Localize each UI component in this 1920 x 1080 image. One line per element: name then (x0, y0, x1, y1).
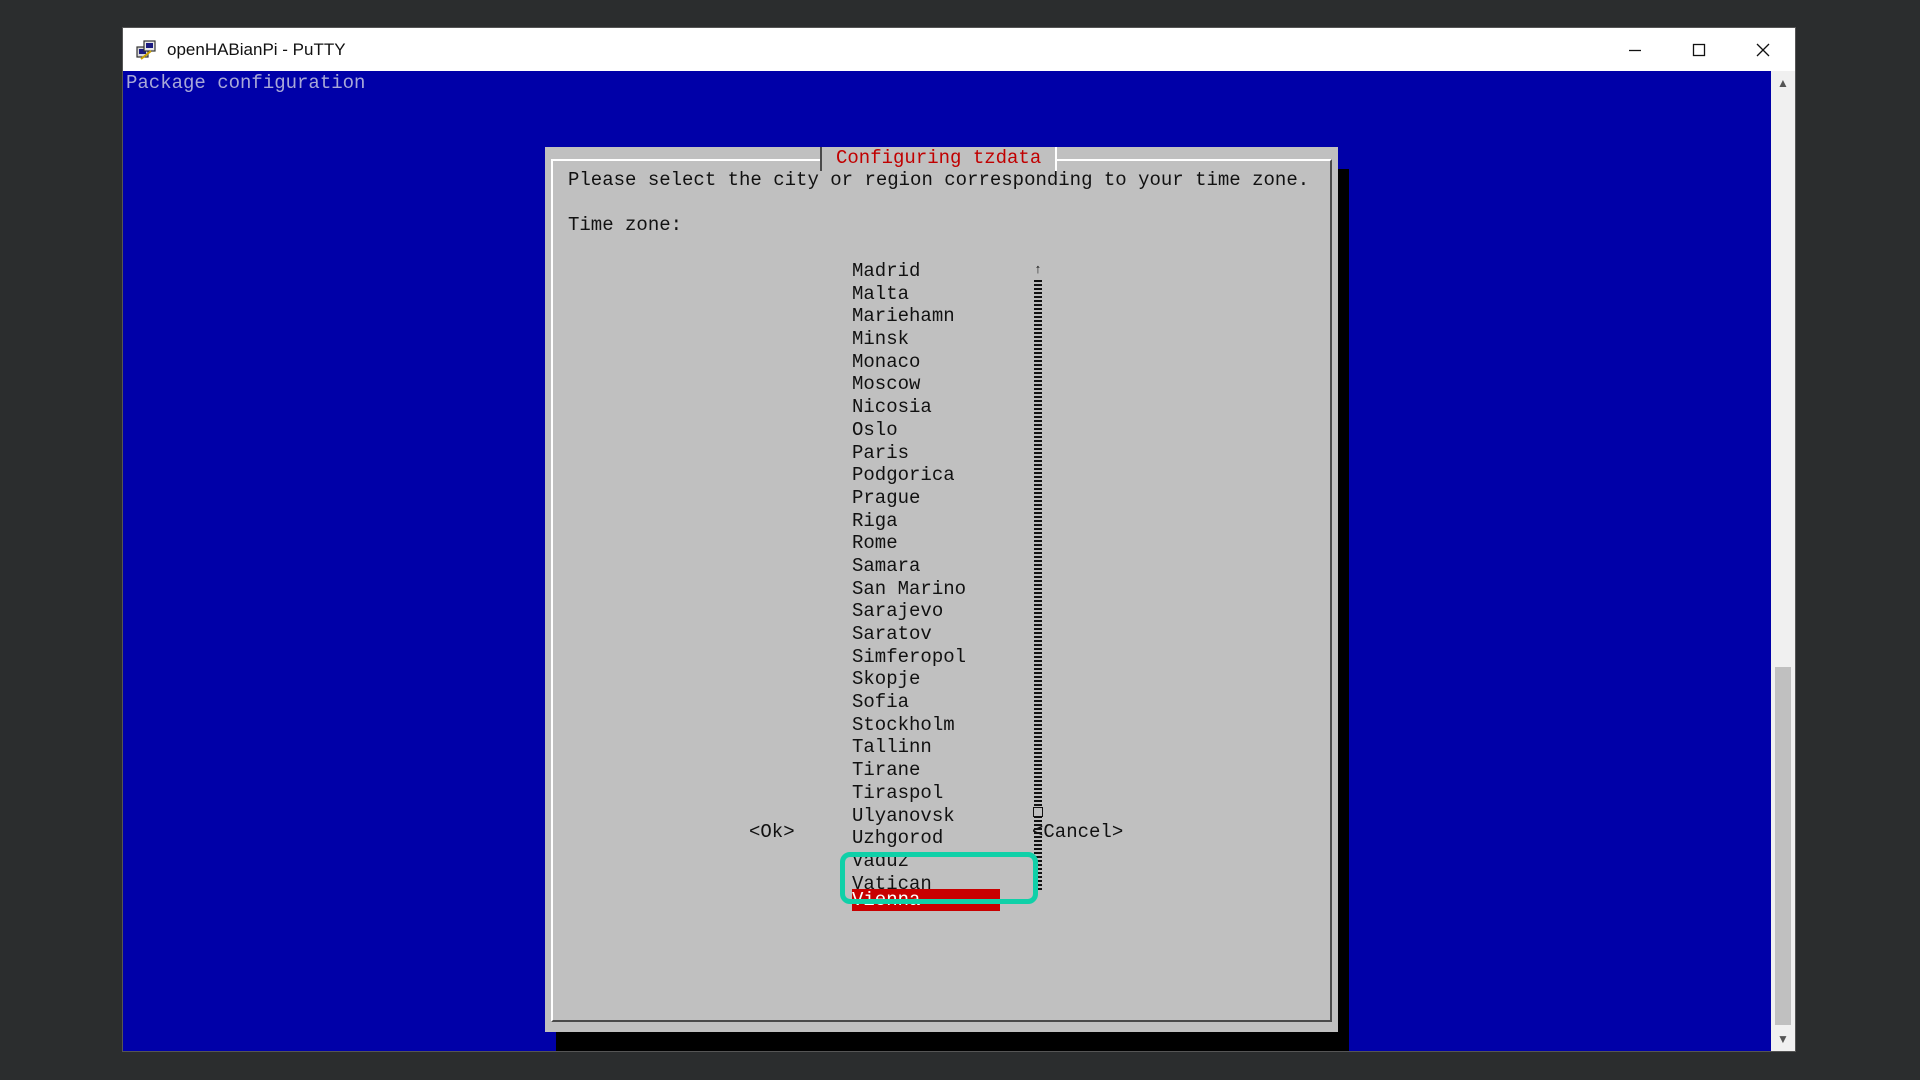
list-item[interactable]: Uzhgorod (852, 827, 1000, 850)
list-item[interactable]: Moscow (852, 373, 1000, 396)
list-item[interactable]: Paris (852, 442, 1000, 465)
putty-window: openHABianPi - PuTTY Package configurati… (123, 28, 1795, 1051)
title-bar[interactable]: openHABianPi - PuTTY (123, 28, 1795, 71)
time-zone-label: Time zone: (568, 214, 683, 236)
list-item[interactable]: San Marino (852, 578, 1000, 601)
selected-list-item[interactable]: Vienna (852, 888, 1000, 912)
list-item[interactable]: Samara (852, 555, 1000, 578)
list-item[interactable]: Sofia (852, 691, 1000, 714)
list-item[interactable]: Riga (852, 510, 1000, 533)
close-icon[interactable] (1731, 28, 1795, 71)
list-item[interactable]: Nicosia (852, 396, 1000, 419)
dialog-prompt: Please select the city or region corresp… (568, 169, 1310, 191)
putty-icon (134, 38, 158, 62)
list-item[interactable]: Oslo (852, 419, 1000, 442)
list-item[interactable]: Minsk (852, 328, 1000, 351)
list-item[interactable]: Rome (852, 532, 1000, 555)
package-configuration-header: Package configuration (126, 72, 366, 94)
list-item[interactable]: Madrid (852, 260, 1000, 283)
list-item[interactable]: Tiraspol (852, 782, 1000, 805)
list-item[interactable]: Podgorica (852, 464, 1000, 487)
tzdata-dialog: Configuring tzdata Please select the cit… (545, 147, 1338, 1032)
window-title: openHABianPi - PuTTY (167, 39, 346, 59)
cancel-button[interactable]: <Cancel> (1032, 821, 1123, 844)
scrollbar-thumb[interactable] (1775, 667, 1791, 1025)
dialog-title: Configuring tzdata (820, 147, 1058, 171)
list-item[interactable]: Stockholm (852, 714, 1000, 737)
list-item[interactable]: Prague (852, 487, 1000, 510)
ok-button[interactable]: <Ok> (749, 821, 795, 844)
list-item[interactable]: Mariehamn (852, 305, 1000, 328)
list-item[interactable]: Saratov (852, 623, 1000, 646)
time-zone-list[interactable]: Madrid Malta Mariehamn Minsk Monaco Mosc… (852, 260, 1000, 912)
scroll-down-icon[interactable]: ▼ (1771, 1027, 1795, 1051)
list-item[interactable]: Monaco (852, 351, 1000, 374)
window-scrollbar[interactable]: ▲ ▼ (1771, 71, 1795, 1051)
list-item[interactable]: Malta (852, 283, 1000, 306)
minimize-icon[interactable] (1603, 28, 1667, 71)
maximize-icon[interactable] (1667, 28, 1731, 71)
list-item[interactable]: Sarajevo (852, 600, 1000, 623)
scroll-up-arrow-icon: ↑ (1034, 262, 1042, 277)
list-item[interactable]: Tallinn (852, 736, 1000, 759)
terminal-area[interactable]: Package configuration Configuring tzdata… (123, 71, 1771, 1051)
list-item[interactable]: Simferopol (852, 646, 1000, 669)
scrollbar-track (1034, 280, 1042, 890)
list-item[interactable]: Ulyanovsk (852, 805, 1000, 828)
list-scrollbar[interactable]: ↑ (1032, 262, 1044, 892)
list-item[interactable]: Tirane (852, 759, 1000, 782)
list-item[interactable]: Vatican (852, 873, 1000, 889)
scrollbar-position-marker (1033, 807, 1043, 817)
list-item[interactable]: Vaduz (852, 850, 1000, 873)
list-item[interactable]: Skopje (852, 668, 1000, 691)
scroll-up-icon[interactable]: ▲ (1771, 71, 1795, 95)
